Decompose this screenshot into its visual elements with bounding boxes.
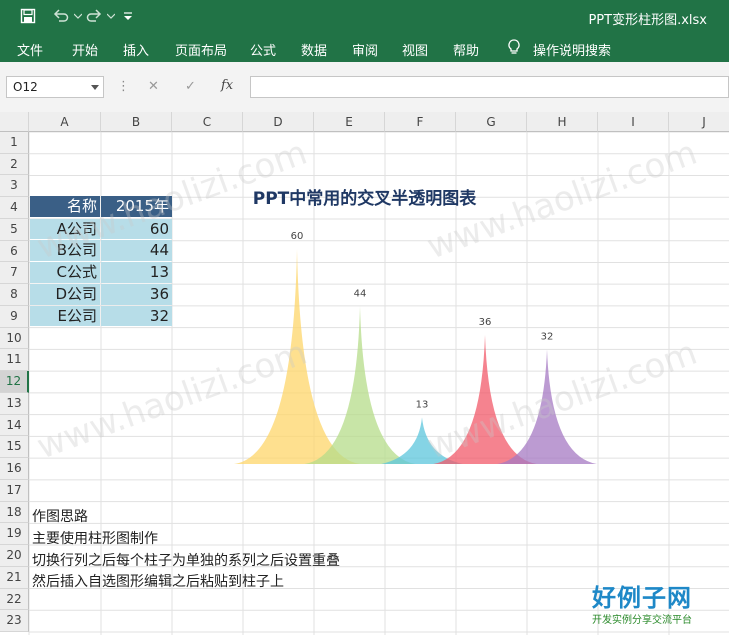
tab-view[interactable]: 视图	[402, 40, 428, 59]
redo-icon[interactable]	[85, 7, 103, 25]
tab-page-layout[interactable]: 页面布局	[175, 40, 227, 59]
tab-home[interactable]: 开始	[72, 40, 98, 59]
tab-data[interactable]: 数据	[301, 40, 327, 59]
chart-peak-E公司[interactable]	[497, 349, 597, 464]
data-label: 44	[354, 288, 367, 299]
note-line[interactable]: 然后插入自选图形编辑之后粘贴到柱子上	[32, 571, 284, 591]
name-box[interactable]: O12	[6, 76, 104, 98]
tell-me-search[interactable]: 操作说明搜索	[533, 40, 611, 59]
name-box-value: O12	[13, 80, 38, 94]
data-label: 60	[291, 231, 304, 242]
watermark-subtitle: 开发实例分享交流平台	[592, 615, 692, 626]
lightbulb-icon[interactable]	[507, 39, 521, 60]
tab-help[interactable]: 帮助	[453, 40, 479, 59]
title-bar: PPT变形柱形图.xlsx	[0, 0, 729, 33]
enter-icon[interactable]: ✓	[185, 79, 196, 94]
formula-input[interactable]	[250, 76, 729, 98]
save-icon[interactable]	[19, 7, 37, 25]
watermark-logo: 好例子网 开发实例分享交流平台	[582, 578, 702, 626]
ribbon-tabs: 文件 开始 插入 页面布局 公式 数据 审阅 视图 帮助 操作说明搜索	[0, 33, 729, 62]
formula-bar: O12 ⋮ ✕ ✓ fx	[0, 62, 729, 113]
document-title: PPT变形柱形图.xlsx	[588, 13, 707, 28]
watermark-brand: 好例子网	[592, 584, 692, 612]
data-label: 13	[416, 399, 429, 410]
undo-icon[interactable]	[52, 7, 70, 25]
data-label: 32	[541, 331, 554, 342]
chart-peak-D公司[interactable]	[433, 335, 537, 464]
more-options-icon[interactable]: ⋮	[117, 79, 130, 94]
tab-insert[interactable]: 插入	[123, 40, 149, 59]
data-label: 36	[479, 317, 492, 328]
name-box-dropdown-icon[interactable]	[91, 85, 99, 90]
insert-function-icon[interactable]: fx	[221, 78, 233, 93]
tab-formulas[interactable]: 公式	[250, 40, 276, 59]
note-line[interactable]: 主要使用柱形图制作	[32, 528, 158, 548]
customize-toolbar-icon[interactable]	[119, 7, 137, 25]
worksheet[interactable]: ABCDEFGHIJ 1 2 3 4 5 6 7 8 9 10 11 12 13 14 15 16 17 18 19…	[0, 112, 729, 635]
redo-dropdown-icon[interactable]	[102, 7, 120, 25]
note-line[interactable]: 作图思路	[32, 506, 88, 526]
note-line[interactable]: 切换行列之后每个柱子为单独的系列之后设置重叠	[32, 550, 340, 570]
tab-file[interactable]: 文件	[17, 40, 43, 59]
tab-review[interactable]: 审阅	[352, 40, 378, 59]
cancel-icon[interactable]: ✕	[148, 79, 159, 94]
